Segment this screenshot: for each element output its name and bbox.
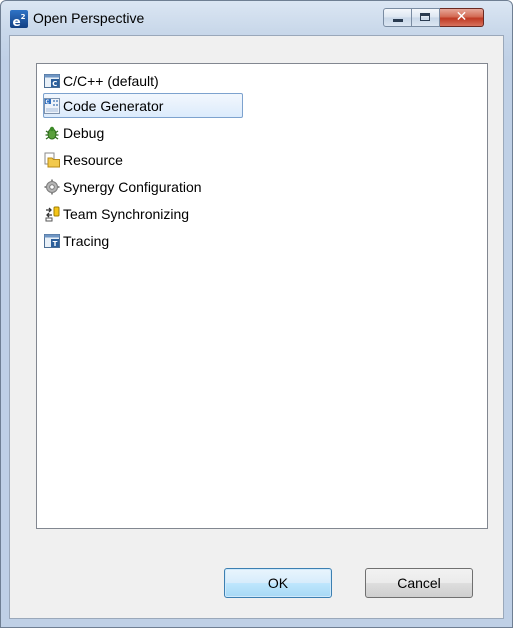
tracing-icon: T bbox=[44, 234, 60, 249]
list-item-label: Team Synchronizing bbox=[63, 206, 190, 222]
debug-bug-icon bbox=[45, 127, 59, 140]
list-item-label: C/C++ (default) bbox=[63, 73, 159, 89]
ok-button[interactable]: OK bbox=[224, 568, 332, 598]
minimize-button[interactable] bbox=[383, 8, 412, 27]
svg-text:T: T bbox=[53, 240, 58, 248]
team-sync-icon bbox=[45, 206, 60, 222]
list-item-label: Code Generator bbox=[63, 98, 164, 114]
maximize-icon bbox=[420, 13, 430, 21]
list-item-team-synchronizing[interactable]: Team Synchronizing bbox=[43, 201, 196, 226]
close-button[interactable]: ✕ bbox=[440, 8, 484, 27]
list-item-label: Resource bbox=[63, 152, 123, 168]
cancel-button[interactable]: Cancel bbox=[365, 568, 473, 598]
close-icon: ✕ bbox=[455, 9, 468, 25]
list-item-label: Tracing bbox=[63, 233, 110, 249]
window-title: Open Perspective bbox=[33, 10, 145, 26]
e2-studio-app-icon: e2 bbox=[10, 10, 28, 29]
list-item-label: Synergy Configuration bbox=[63, 179, 202, 195]
list-item-cpp-default[interactable]: C C/C++ (default) bbox=[43, 68, 166, 93]
maximize-button[interactable] bbox=[412, 8, 440, 27]
synergy-gear-icon bbox=[44, 179, 60, 195]
open-perspective-dialog: e2 Open Perspective ✕ C C/C++ (default) bbox=[0, 0, 513, 628]
list-item-synergy-configuration[interactable]: Synergy Configuration bbox=[43, 174, 209, 199]
perspective-list[interactable]: C C/C++ (default) C Code Generator Debug… bbox=[36, 63, 488, 529]
dialog-body: C C/C++ (default) C Code Generator Debug… bbox=[9, 35, 504, 619]
minimize-icon bbox=[393, 19, 403, 22]
list-item-label: Debug bbox=[63, 125, 105, 141]
svg-text:C: C bbox=[46, 100, 50, 106]
cpp-perspective-icon: C bbox=[44, 74, 60, 89]
title-bar[interactable]: e2 Open Perspective ✕ bbox=[1, 1, 512, 35]
list-item-resource[interactable]: Resource bbox=[43, 147, 130, 172]
list-item-tracing[interactable]: T Tracing bbox=[43, 228, 116, 253]
svg-text:C: C bbox=[52, 80, 57, 88]
list-item-code-generator[interactable]: C Code Generator bbox=[43, 93, 243, 118]
list-item-debug[interactable]: Debug bbox=[43, 120, 111, 145]
resource-folder-icon bbox=[44, 152, 60, 168]
code-generator-icon: C bbox=[44, 98, 60, 115]
